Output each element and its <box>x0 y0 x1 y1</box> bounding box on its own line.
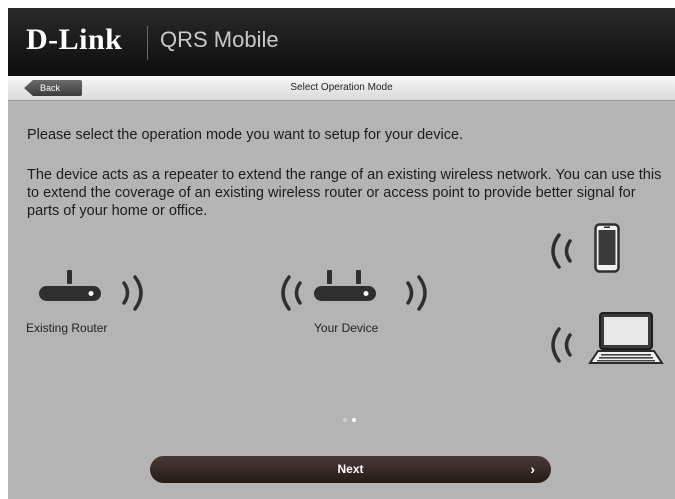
wifi-waves-right-icon <box>406 275 427 311</box>
existing-router-icon <box>39 270 101 301</box>
your-device-router-icon <box>314 270 376 301</box>
pager-dot-2-active[interactable] <box>352 418 356 422</box>
laptop-icon <box>588 312 664 364</box>
next-button[interactable]: Next › <box>150 456 551 483</box>
next-button-label: Next <box>337 462 364 476</box>
product-name: QRS Mobile <box>160 27 279 52</box>
app-frame: D-Link QRS Mobile Select Operation Mode … <box>8 8 675 499</box>
back-button-label: Back <box>40 83 61 93</box>
wifi-waves-right-icon <box>122 275 143 311</box>
brand-logo: D-Link <box>26 23 123 56</box>
wifi-waves-left-icon <box>281 275 302 311</box>
your-device-label: Your Device <box>314 321 379 335</box>
description-text: The device acts as a repeater to extend … <box>27 167 662 219</box>
wifi-waves-left-icon <box>551 233 572 269</box>
smartphone-icon <box>594 223 620 273</box>
chevron-right-icon: › <box>530 461 535 477</box>
back-button[interactable]: Back <box>24 80 82 96</box>
existing-router-label: Existing Router <box>26 321 108 335</box>
wifi-waves-left-icon <box>551 327 572 363</box>
prompt-text: Please select the operation mode you wan… <box>27 127 464 143</box>
nav-bar: Select Operation Mode Back <box>8 76 675 101</box>
page-title: Select Operation Mode <box>290 82 393 93</box>
pager-dot-1[interactable] <box>343 418 347 422</box>
header-divider <box>147 26 148 60</box>
app-header: D-Link QRS Mobile <box>8 8 675 76</box>
